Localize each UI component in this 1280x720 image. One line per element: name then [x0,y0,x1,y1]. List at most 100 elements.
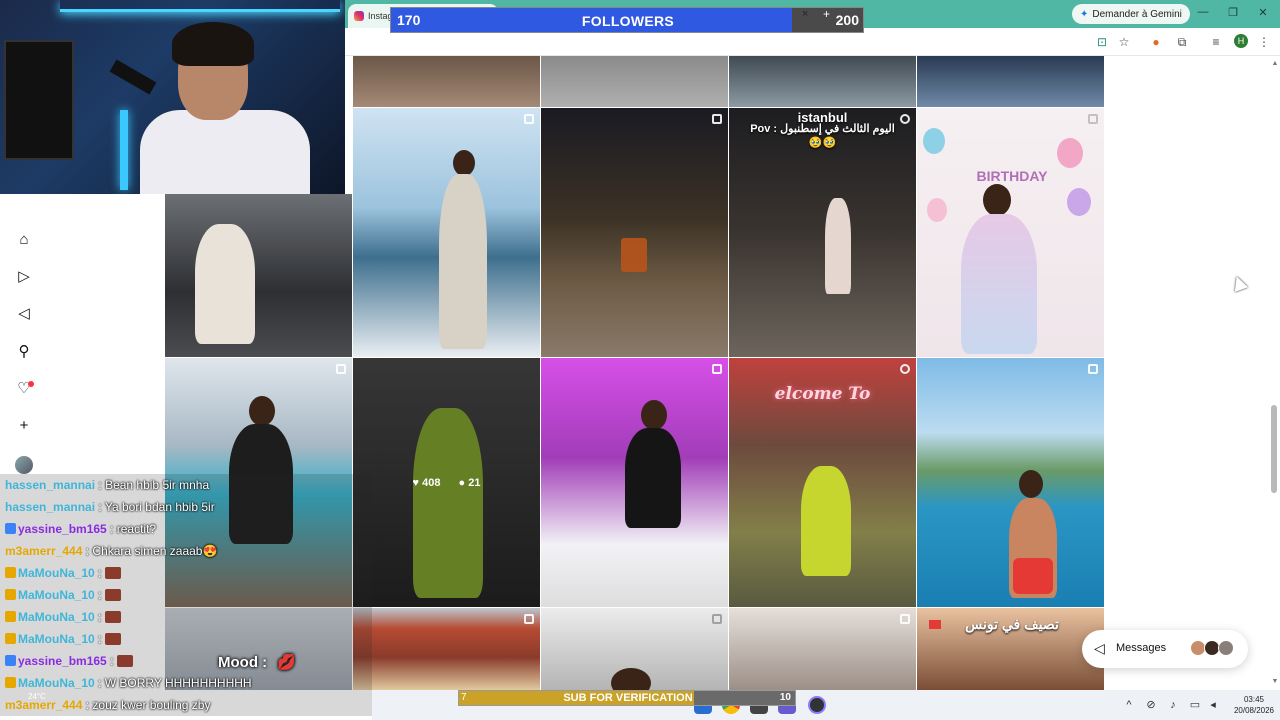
post-tile[interactable] [541,358,728,607]
gemini-sparkle-icon: ✦ [1080,8,1089,20]
chat-badge-icon [5,611,16,622]
mouse-cursor-icon [1230,274,1248,292]
post-tile[interactable]: ♥ 408 ● 21 [353,358,540,607]
carousel-icon [712,614,722,624]
profile-avatar[interactable] [15,456,33,474]
scroll-up-arrow-icon[interactable]: ▲ [1270,60,1280,67]
obs-icon[interactable] [808,696,826,714]
network-off-icon[interactable]: ⊘ [1144,698,1158,712]
post-caption: تصيف في تونس [965,616,1059,632]
chat-badge-icon [5,589,16,600]
chat-username: MaMouNa_10 [18,588,95,602]
chat-username: hassen_mannai [5,500,96,514]
clock-time: 03:45 [1243,695,1265,704]
close-icon[interactable]: × [802,8,808,20]
chat-text: W BORRY HHHHHHHHHH [104,676,252,690]
display-icon[interactable]: ▭ [1188,698,1202,712]
heart-icon: ♥ [412,476,420,489]
minimize-window-button[interactable]: — [1194,6,1212,18]
chat-badge-icon [5,567,16,578]
streamer-shirt [140,110,310,194]
screen: istanbul Pov : اليوم الثالث في إسطنبول 🥹… [0,0,1280,720]
chat-message: MaMouNa_10 : [0,562,372,584]
chat-separator: : [94,610,105,624]
chat-message: hassen_mannai : Bean hbib 5ir mnha [0,474,372,496]
mood-label: Mood : [218,654,268,671]
banner-text: BIRTHDAY [976,168,1048,184]
chat-separator: : [106,654,117,668]
post-tile[interactable] [729,56,916,107]
comments-value: 21 [468,476,481,489]
balloon [1067,188,1091,216]
balloon [923,128,945,154]
post-tile[interactable] [541,56,728,107]
more-menu-icon[interactable]: ⋮ [1256,34,1272,50]
extensions-puzzle-icon[interactable]: ⧉ [1174,34,1190,50]
post-tile[interactable] [353,108,540,357]
post-tile[interactable] [541,608,728,690]
close-window-button[interactable]: ✕ [1254,6,1272,19]
swimsuit [1013,558,1053,594]
post-caption: Pov : اليوم الثالث في إسطنبول 🥹🥹 [750,123,895,149]
scrollbar-thumb[interactable] [1271,405,1277,493]
carousel-icon [900,614,910,624]
chat-username: MaMouNa_10 [18,676,95,690]
post-tile[interactable] [353,608,540,690]
post-tile[interactable]: BIRTHDAY [917,108,1104,357]
search-icon[interactable]: ⚲ [14,342,34,362]
system-clock[interactable]: 03:45 20/08/2026 [1228,694,1280,716]
media-controls-icon[interactable]: ≡ [1208,34,1224,50]
chat-username: yassine_bm165 [18,522,107,536]
person-head [983,184,1011,216]
post-tile[interactable] [165,194,352,357]
ask-gemini-button[interactable]: ✦ Demander à Gemini [1072,4,1190,24]
followers-goal-bar: 170 FOLLOWERS × + 200 [390,7,864,33]
chat-username: MaMouNa_10 [18,632,95,646]
chat-username: m3amerr_444 [5,544,83,558]
chat-message: yassine_bm165 : [0,650,372,672]
tea-glass [621,238,647,272]
volume-icon[interactable]: ◂ [1206,698,1220,712]
comments-count: ● 21 [458,477,480,489]
create-plus-icon[interactable]: + [14,416,34,436]
chat-separator: : [82,544,93,558]
page-scrollbar[interactable] [1268,56,1280,690]
chat-badge-icon [5,633,16,644]
explore-icon[interactable]: ◁ [14,304,34,324]
restore-window-button[interactable]: ❐ [1224,6,1242,19]
chat-badge-icon [5,655,16,666]
extension-fire-icon[interactable]: ● [1148,34,1164,50]
chat-emote-icon [104,633,121,645]
plus-icon: + [823,7,831,21]
post-tile[interactable] [353,56,540,107]
chat-username: yassine_bm165 [18,654,107,668]
person-figure [801,466,851,576]
post-tile[interactable]: istanbul Pov : اليوم الثالث في إسطنبول 🥹… [729,108,916,357]
messages-button[interactable]: ◁ Messages [1082,630,1248,668]
scroll-down-arrow-icon[interactable]: ▼ [1270,678,1280,685]
post-tile[interactable] [541,108,728,357]
home-icon[interactable]: ⌂ [14,230,34,250]
webcam-feed [0,0,345,194]
post-tile[interactable]: elcome To [729,358,916,607]
google-lens-icon[interactable]: ⊡ [1094,34,1110,50]
post-tile[interactable]: تصيف في تونس [917,608,1104,690]
carousel-icon [1088,364,1098,374]
reels-icon[interactable]: ▷ [14,267,34,287]
chat-text: zouz kwer bouling zby [92,698,211,712]
microphone [109,59,157,95]
chat-text: Chkara simen zaaab😍 [92,544,218,558]
notification-dot [28,381,34,387]
post-tile[interactable] [917,56,1104,107]
post-tile[interactable] [729,608,916,690]
tray-overflow-chevron-icon[interactable]: ^ [1122,698,1136,712]
bookmark-star-icon[interactable]: ☆ [1116,34,1132,50]
chat-username: hassen_mannai [5,478,96,492]
post-tile[interactable] [917,358,1104,607]
person-head [249,396,275,426]
microphone-icon[interactable]: ♪ [1166,698,1180,712]
mood-emoji: 💋 [277,654,296,671]
carousel-icon [524,114,534,124]
chat-emote-icon [104,589,121,601]
profile-avatar-button[interactable]: H [1234,34,1248,48]
